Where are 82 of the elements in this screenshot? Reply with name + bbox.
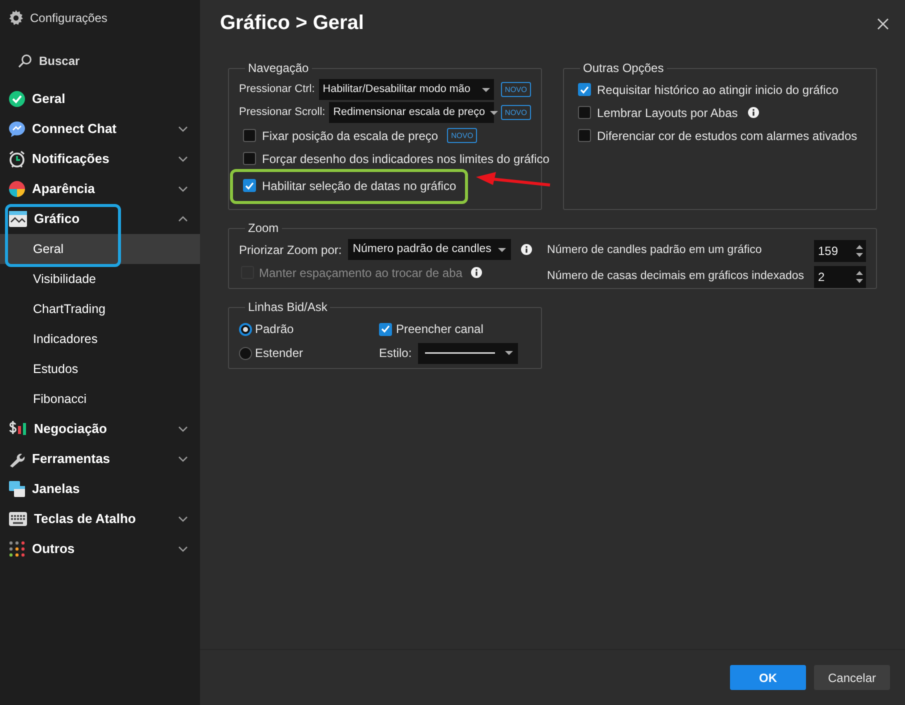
- checkbox[interactable]: [243, 152, 256, 165]
- line-sample-icon: [422, 351, 495, 355]
- checkbox-label: Requisitar histórico ao atingir inicio do gráfico: [597, 82, 838, 98]
- checkbox-label: Manter espaçamento ao trocar de aba: [259, 264, 462, 282]
- sidebar-item[interactable]: Outros: [0, 534, 200, 564]
- group-title: Linhas Bid/Ask: [247, 301, 328, 313]
- sidebar-item[interactable]: Gráfico: [0, 204, 200, 234]
- checkbox[interactable]: [578, 129, 591, 142]
- group-title: Outras Opções: [582, 62, 665, 74]
- field-label: Número de candles padrão em um gráfico: [547, 243, 763, 258]
- chevron-icon: [178, 426, 188, 432]
- sidebar-item[interactable]: Geral: [0, 84, 200, 114]
- check-circle-icon: [8, 90, 26, 108]
- keyboard-icon: [8, 511, 28, 527]
- checkbox[interactable]: [243, 179, 256, 192]
- chevron-icon: [178, 516, 188, 522]
- sidebar-subitem[interactable]: Estudos: [0, 354, 200, 384]
- sidebar-subitem[interactable]: Visibilidade: [0, 264, 200, 294]
- checkbox-label: Habilitar seleção de datas no gráfico: [262, 178, 456, 194]
- ok-button[interactable]: OK: [730, 665, 806, 690]
- chart-window-icon: [8, 210, 28, 228]
- line-style-dropdown[interactable]: [418, 342, 518, 364]
- number-spinner[interactable]: 2: [814, 266, 866, 288]
- field-label: Número de casas decimais em gráficos indexados: [547, 269, 805, 284]
- dots-grid-icon: [8, 540, 26, 558]
- sidebar-subitem[interactable]: Fibonacci: [0, 384, 200, 414]
- sidebar-item[interactable]: Janelas: [0, 474, 200, 504]
- group-title: Navegação: [247, 62, 310, 74]
- sidebar-subitem[interactable]: Geral: [0, 234, 200, 264]
- dollar-candles-icon: [8, 420, 28, 438]
- number-spinner[interactable]: 159: [814, 240, 866, 262]
- checkbox-label: Diferenciar cor de estudos com alarmes ativados: [597, 128, 858, 144]
- sidebar-item[interactable]: Negociação: [0, 414, 200, 444]
- radio-label: Estender: [255, 345, 304, 362]
- checkbox[interactable]: [578, 106, 591, 119]
- field-label: Estilo:: [379, 345, 412, 362]
- checkbox-label: Lembrar Layouts por Abas: [597, 104, 738, 122]
- page-title: Gráfico > Geral: [220, 11, 364, 36]
- sidebar-subitem[interactable]: Indicadores: [0, 324, 200, 354]
- field-label: Pressionar Scroll:: [239, 105, 326, 120]
- settings-icon: [8, 10, 24, 26]
- group-title: Zoom: [247, 222, 280, 234]
- dropdown[interactable]: Habilitar/Desabilitar modo mão: [318, 79, 494, 100]
- checkbox[interactable]: [379, 322, 392, 336]
- spinner-arrows-icon: [856, 270, 863, 284]
- chevron-icon: [178, 546, 188, 552]
- chat-bubble-icon: [8, 120, 26, 138]
- caret-icon: [490, 110, 498, 114]
- field-label: Pressionar Ctrl:: [239, 82, 315, 98]
- radio-label: Padrão: [255, 321, 294, 338]
- checkbox-label: Preencher canal: [396, 321, 484, 338]
- radio-button[interactable]: [239, 322, 252, 336]
- sidebar-item[interactable]: Teclas de Atalho: [0, 504, 200, 534]
- dropdown[interactable]: Número padrão de candles: [348, 239, 511, 260]
- caret-icon: [504, 351, 513, 355]
- radio-button[interactable]: [239, 346, 252, 360]
- checkbox[interactable]: [578, 83, 591, 96]
- chevron-icon: [178, 456, 188, 462]
- sidebar-item[interactable]: Ferramentas: [0, 444, 200, 474]
- search-field[interactable]: Buscar: [39, 52, 159, 70]
- sidebar-item[interactable]: Aparência: [0, 174, 200, 204]
- sidebar-item[interactable]: Connect Chat: [0, 114, 200, 144]
- sidebar-title: Configurações: [30, 10, 108, 27]
- caret-icon: [498, 248, 506, 252]
- search-icon: [18, 54, 32, 68]
- chevron-icon: [178, 156, 188, 162]
- checkbox-label: Forçar desenho dos indicadores nos limites do gráfico: [262, 150, 550, 168]
- close-icon: [877, 18, 889, 30]
- cancel-button[interactable]: Cancelar: [814, 665, 890, 690]
- windows-icon: [8, 480, 26, 498]
- chevron-icon: [178, 126, 188, 132]
- checkbox-label: Fixar posição da escala de preço: [262, 128, 438, 144]
- chevron-icon: [178, 186, 188, 192]
- sidebar-item[interactable]: Notificações: [0, 144, 200, 174]
- field-label: Priorizar Zoom por:: [239, 242, 342, 258]
- chevron-icon: [178, 216, 188, 222]
- caret-icon: [482, 88, 490, 92]
- checkbox[interactable]: [243, 129, 256, 142]
- alarm-clock-icon: [8, 150, 26, 168]
- spinner-arrows-icon: [856, 244, 863, 258]
- sidebar-subitem[interactable]: ChartTrading: [0, 294, 200, 324]
- pie-icon: [8, 180, 26, 198]
